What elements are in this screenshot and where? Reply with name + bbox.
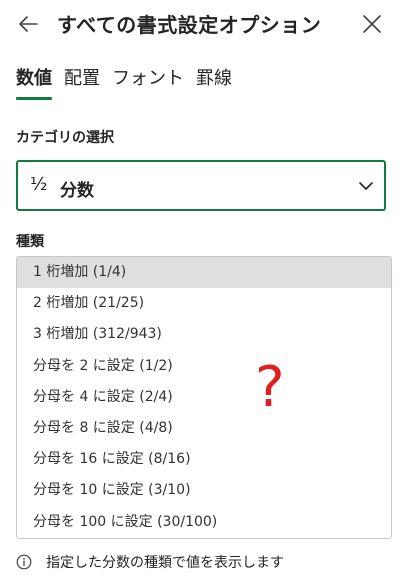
fraction-icon: ½: [30, 174, 48, 195]
list-item[interactable]: 3 桁増加 (312/943): [17, 319, 391, 350]
list-item[interactable]: 分母を 10 に設定 (3/10): [17, 475, 391, 506]
info-icon: [16, 554, 32, 570]
format-options-panel: すべての書式設定オプション 数値 配置 フォント 罫線 カテゴリの選択 ½ 分数…: [0, 0, 403, 586]
panel-title: すべての書式設定オプション: [57, 13, 322, 37]
tab-font[interactable]: フォント: [112, 64, 184, 96]
list-item[interactable]: 1 桁増加 (1/4): [17, 257, 391, 289]
category-dropdown[interactable]: ½ 分数: [16, 160, 386, 211]
back-button[interactable]: [14, 10, 42, 38]
panel-header: すべての書式設定オプション: [0, 0, 403, 48]
format-tabs: 数値 配置 フォント 罫線: [16, 64, 244, 100]
list-item[interactable]: 分母を 2 に設定 (1/2): [17, 351, 391, 382]
chevron-down-icon: [359, 182, 373, 190]
list-item[interactable]: 分母を 100 に設定 (30/100): [17, 507, 391, 538]
category-label: カテゴリの選択: [16, 130, 114, 146]
arrow-left-icon: [19, 16, 38, 32]
category-selected-value: 分数: [60, 181, 94, 201]
tab-number[interactable]: 数値: [16, 64, 52, 100]
close-icon: [363, 15, 381, 33]
tab-alignment[interactable]: 配置: [64, 64, 100, 96]
info-text: 指定した分数の種類で値を表示します: [46, 555, 284, 571]
info-message: 指定した分数の種類で値を表示します: [16, 552, 284, 572]
tab-border[interactable]: 罫線: [196, 64, 232, 96]
list-item[interactable]: 分母を 16 に設定 (8/16): [17, 444, 391, 475]
list-item[interactable]: 2 桁増加 (21/25): [17, 288, 391, 319]
question-mark-annotation: ?: [255, 355, 285, 420]
list-item[interactable]: 分母を 4 に設定 (2/4): [17, 382, 391, 413]
fraction-type-list[interactable]: 1 桁増加 (1/4) 2 桁増加 (21/25) 3 桁増加 (312/943…: [16, 256, 392, 539]
kind-label: 種類: [16, 234, 44, 250]
list-item[interactable]: 分母を 8 に設定 (4/8): [17, 413, 391, 444]
close-button[interactable]: [358, 10, 386, 38]
